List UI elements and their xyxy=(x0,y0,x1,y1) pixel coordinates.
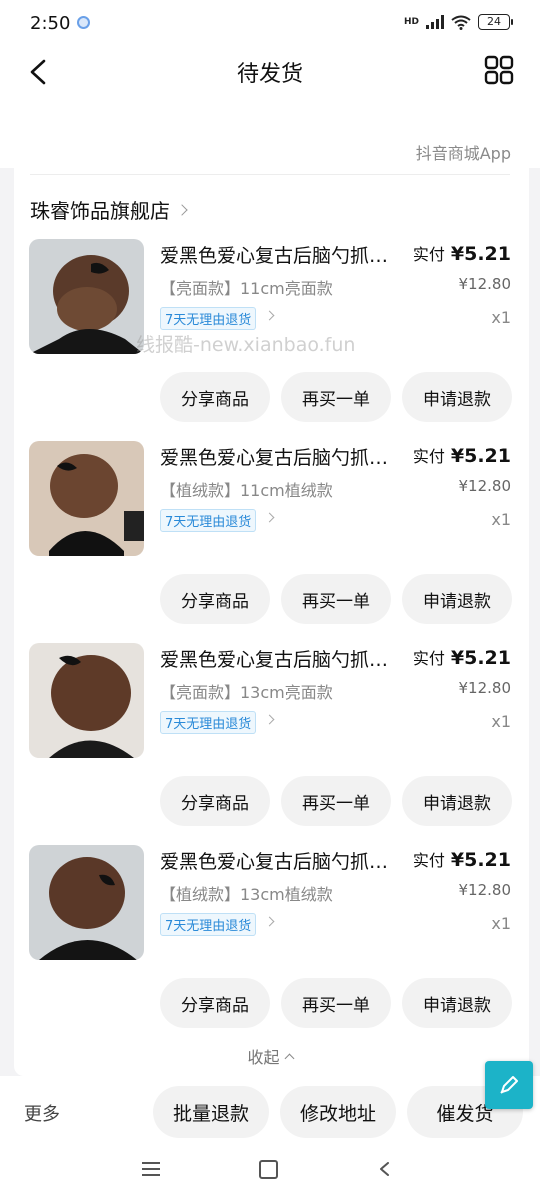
floating-edit-button[interactable] xyxy=(485,1061,533,1109)
product-name: 爱黑色爱心复古后脑勺抓夹发夹 xyxy=(160,447,405,469)
order-item[interactable]: 爱黑色爱心复古后脑勺抓夹发夹 【植绒款】13cm植绒款 7天无理由退货 实付 ¥5… xyxy=(0,845,540,1045)
battery-icon: 24 xyxy=(478,14,513,30)
collapse-toggle[interactable]: 收起 xyxy=(0,1044,540,1068)
home-icon[interactable] xyxy=(259,1160,278,1179)
status-icons: HD 24 xyxy=(403,14,513,30)
watermark: 线报酷-new.xianbao.fun xyxy=(136,334,356,356)
product-spec: 【植绒款】11cm植绒款 xyxy=(160,481,333,500)
product-name: 爱黑色爱心复古后脑勺抓夹发夹 xyxy=(160,245,405,267)
order-item[interactable]: 爱黑色爱心复古后脑勺抓夹发夹 【植绒款】11cm植绒款 7天无理由退货 实付 ¥5… xyxy=(0,441,540,641)
divider xyxy=(30,174,510,175)
return-policy-badge[interactable]: 7天无理由退货 xyxy=(160,913,257,936)
status-time: 2:50 xyxy=(30,13,71,34)
status-bar: 2:50 HD 24 xyxy=(0,0,540,48)
share-button[interactable]: 分享商品 xyxy=(160,978,270,1028)
product-spec: 【亮面款】13cm亮面款 xyxy=(160,683,333,702)
edit-pen-icon xyxy=(500,1076,518,1094)
quantity: x1 xyxy=(491,308,511,327)
product-spec: 【植绒款】13cm植绒款 xyxy=(160,885,333,904)
signal-icon xyxy=(426,15,444,29)
product-image[interactable] xyxy=(29,239,144,354)
nav-back-icon[interactable] xyxy=(378,1162,392,1176)
original-price: ¥12.80 xyxy=(458,477,512,495)
rebuy-button[interactable]: 再买一单 xyxy=(281,574,391,624)
refund-button[interactable]: 申请退款 xyxy=(402,776,512,826)
refund-button[interactable]: 申请退款 xyxy=(402,372,512,422)
quantity: x1 xyxy=(491,712,511,731)
paid-price: 实付 ¥5.21 xyxy=(412,849,511,871)
batch-refund-button[interactable]: 批量退款 xyxy=(153,1086,269,1138)
return-policy-badge[interactable]: 7天无理由退货 xyxy=(160,307,257,330)
chevron-up-icon xyxy=(284,1053,294,1064)
chevron-right-icon xyxy=(264,310,275,321)
quantity: x1 xyxy=(491,510,511,529)
chevron-right-icon xyxy=(264,512,275,523)
product-image[interactable] xyxy=(29,441,144,556)
original-price: ¥12.80 xyxy=(458,679,512,697)
order-item[interactable]: 爱黑色爱心复古后脑勺抓夹发夹 【亮面款】13cm亮面款 7天无理由退货 实付 ¥5… xyxy=(0,643,540,843)
page-title: 待发货 xyxy=(236,62,303,87)
original-price: ¥12.80 xyxy=(458,275,512,293)
return-policy-badge[interactable]: 7天无理由退货 xyxy=(160,711,257,734)
return-policy-badge[interactable]: 7天无理由退货 xyxy=(160,509,257,532)
quantity: x1 xyxy=(491,914,511,933)
paid-price: 实付 ¥5.21 xyxy=(412,445,511,467)
shop-name: 珠睿饰品旗舰店 xyxy=(30,199,170,223)
menu-icon[interactable] xyxy=(142,1162,160,1176)
product-name: 爱黑色爱心复古后脑勺抓夹发夹 xyxy=(160,649,405,671)
shop-link[interactable]: 珠睿饰品旗舰店 xyxy=(30,195,188,224)
order-source: 抖音商城App xyxy=(415,144,511,163)
share-button[interactable]: 分享商品 xyxy=(160,776,270,826)
product-spec: 【亮面款】11cm亮面款 xyxy=(160,279,333,298)
product-name: 爱黑色爱心复古后脑勺抓夹发夹 xyxy=(160,851,405,873)
paid-price: 实付 ¥5.21 xyxy=(412,243,511,265)
refund-button[interactable]: 申请退款 xyxy=(402,978,512,1028)
share-button[interactable]: 分享商品 xyxy=(160,574,270,624)
edit-address-button[interactable]: 修改地址 xyxy=(280,1086,396,1138)
hd-label: HD xyxy=(403,16,419,27)
grid-icon[interactable] xyxy=(484,55,514,85)
chevron-right-icon xyxy=(264,916,275,927)
rebuy-button[interactable]: 再买一单 xyxy=(281,372,391,422)
refund-button[interactable]: 申请退款 xyxy=(402,574,512,624)
chevron-right-icon xyxy=(176,203,188,216)
product-image[interactable] xyxy=(29,643,144,758)
wifi-icon xyxy=(451,15,471,30)
paid-price: 实付 ¥5.21 xyxy=(412,647,511,669)
share-button[interactable]: 分享商品 xyxy=(160,372,270,422)
rebuy-button[interactable]: 再买一单 xyxy=(281,978,391,1028)
product-image[interactable] xyxy=(29,845,144,960)
original-price: ¥12.80 xyxy=(458,881,512,899)
notification-icon xyxy=(77,16,90,29)
more-button[interactable]: 更多 xyxy=(24,1100,60,1126)
collapse-label: 收起 xyxy=(247,1048,280,1067)
chevron-right-icon xyxy=(264,714,275,725)
rebuy-button[interactable]: 再买一单 xyxy=(281,776,391,826)
